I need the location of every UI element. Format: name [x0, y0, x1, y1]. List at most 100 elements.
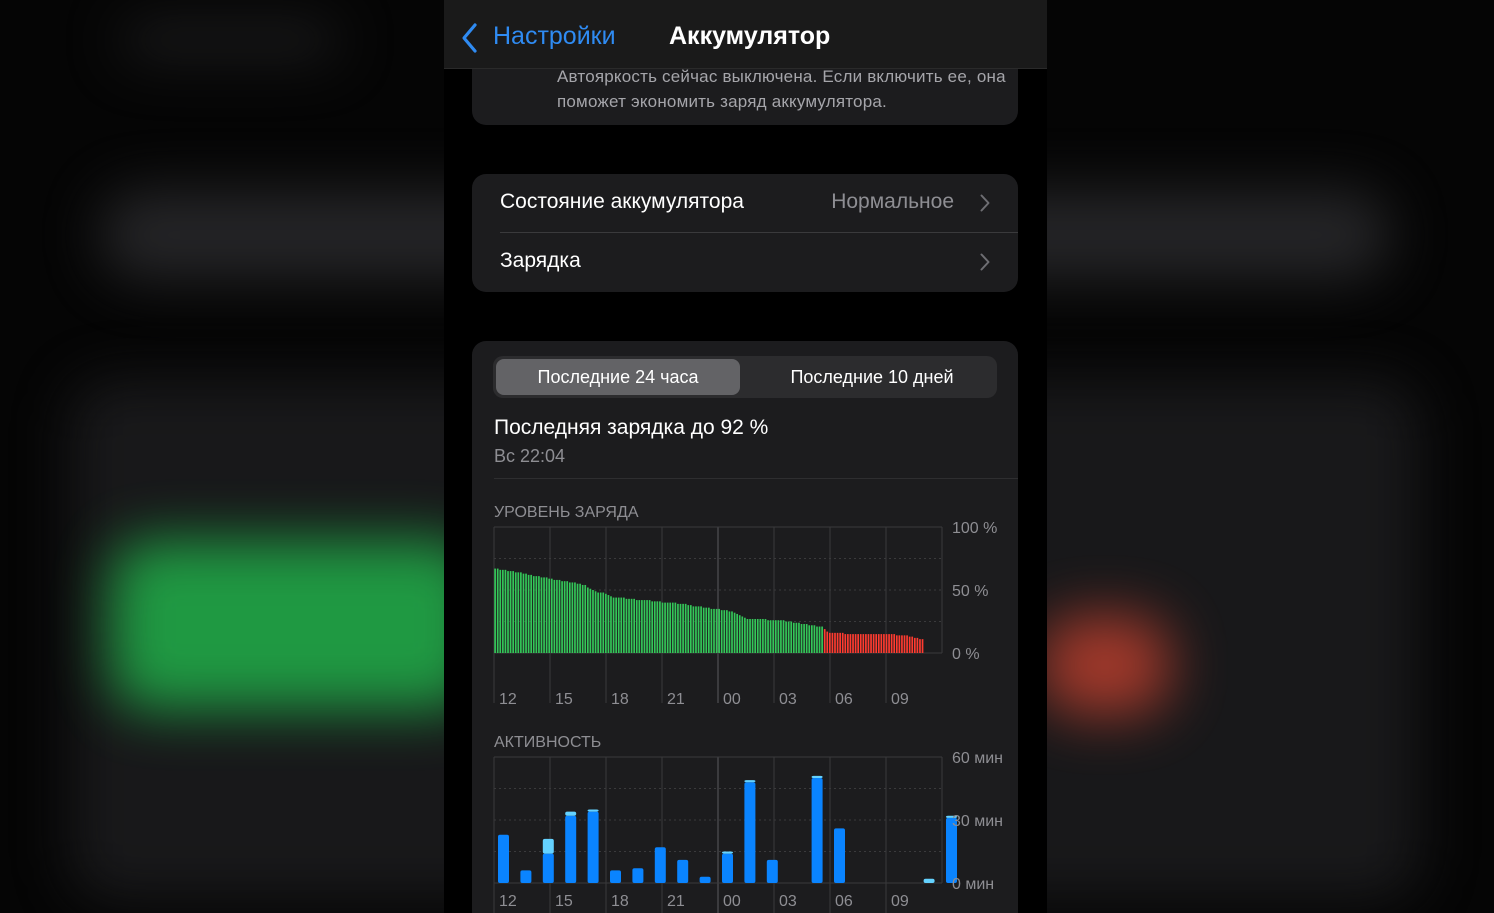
- battery-level-bar: [790, 621, 793, 653]
- x-tick-label: 15: [555, 893, 573, 910]
- battery-level-bar: [695, 606, 697, 653]
- battery-level-bar: [527, 574, 530, 653]
- battery-level-bar: [641, 600, 643, 653]
- activity-bars: [498, 775, 957, 883]
- battery-level-bar: [780, 620, 782, 653]
- battery-level-bar: [831, 632, 834, 653]
- battery-level-bar: [710, 608, 713, 653]
- battery-level-bar: [839, 632, 841, 653]
- battery-level-bar: [538, 576, 540, 653]
- charging-row[interactable]: Зарядка: [472, 233, 1018, 291]
- activity-bar-screen-on: [811, 778, 823, 883]
- battery-level-bar: [605, 593, 607, 653]
- battery-level-bar: [507, 571, 509, 653]
- battery-health-label: Состояние аккумулятора: [500, 190, 744, 213]
- battery-level-bar: [862, 634, 865, 653]
- battery-level-bar: [723, 610, 726, 653]
- battery-level-bar: [602, 592, 605, 653]
- battery-level-bar: [702, 607, 705, 653]
- battery-level-bar: [689, 605, 692, 653]
- battery-level-bar: [653, 601, 656, 653]
- battery-level-bar: [550, 578, 553, 653]
- battery-level-bar: [847, 634, 849, 653]
- battery-level-bar: [651, 601, 654, 653]
- x-tick-label: 03: [779, 893, 797, 910]
- battery-level-bar: [859, 634, 862, 653]
- back-button[interactable]: Настройки: [493, 22, 616, 51]
- battery-level-bar: [880, 634, 883, 653]
- battery-level-bar: [865, 634, 867, 653]
- battery-level-bar: [813, 625, 816, 653]
- battery-level-bar: [736, 613, 738, 653]
- battery-usage-card: Последние 24 часа Последние 10 дней Посл…: [472, 341, 1018, 913]
- x-tick-label: 15: [555, 691, 573, 708]
- battery-level-bar: [898, 635, 901, 653]
- battery-level-grid: [493, 526, 943, 703]
- bg-blur-shape: [110, 540, 480, 710]
- battery-level-bar: [584, 584, 587, 653]
- battery-level-bar: [535, 576, 538, 653]
- bg-blur-shape: [1040, 615, 1170, 715]
- battery-level-bar: [913, 637, 916, 653]
- x-tick-label: 00: [723, 691, 741, 708]
- battery-level-bar: [816, 626, 818, 653]
- battery-level-bar: [800, 624, 803, 653]
- battery-level-bar: [625, 598, 628, 653]
- battery-level-bar: [545, 577, 548, 653]
- battery-level-bar: [805, 624, 808, 653]
- battery-level-bar: [738, 615, 741, 653]
- battery-level-bar: [687, 605, 690, 653]
- battery-level-bar: [872, 634, 875, 653]
- battery-level-bar: [875, 634, 878, 653]
- activity-bar-screen-off: [542, 838, 554, 854]
- battery-level-bar: [576, 583, 579, 653]
- battery-level-bar: [810, 625, 813, 653]
- x-tick-label: 09: [891, 691, 909, 708]
- x-tick-label: 09: [891, 893, 909, 910]
- page-title: Аккумулятор: [669, 22, 831, 50]
- battery-level-bar: [792, 622, 795, 653]
- battery-level-bar: [803, 624, 805, 653]
- activity-bar-screen-off: [744, 780, 756, 783]
- battery-health-row[interactable]: Состояние аккумулятора Нормальное: [472, 174, 1018, 233]
- battery-level-bar: [782, 620, 785, 653]
- battery-level-bar: [841, 632, 844, 653]
- battery-level-bar: [756, 618, 759, 653]
- battery-level-bar: [566, 581, 569, 653]
- battery-level-bar: [829, 632, 831, 653]
- battery-level-bar: [767, 620, 769, 653]
- chevron-left-icon[interactable]: [460, 22, 480, 54]
- activity-bar-screen-on: [654, 847, 666, 883]
- battery-level-bar: [720, 610, 723, 653]
- battery-level-bar: [718, 608, 720, 653]
- activity-bar-screen-on: [744, 782, 756, 883]
- battery-level-bar: [836, 632, 839, 653]
- battery-level-bar: [671, 602, 674, 653]
- battery-level-bar: [708, 607, 710, 653]
- battery-level-bar: [656, 601, 659, 653]
- battery-level-bar: [677, 603, 679, 653]
- battery-health-value: Нормальное: [831, 190, 954, 213]
- y-tick-label: 0 мин: [952, 876, 994, 893]
- battery-level-bar: [610, 596, 612, 653]
- battery-level-bar: [502, 569, 504, 653]
- activity-bar-screen-on: [520, 870, 532, 883]
- battery-level-bar: [597, 592, 599, 653]
- battery-level-bar: [540, 577, 543, 653]
- x-tick-label: 00: [723, 893, 741, 910]
- battery-level-bar: [674, 602, 677, 653]
- activity-bar-screen-on: [542, 853, 554, 883]
- battery-level-bar: [774, 620, 777, 653]
- battery-level-bar: [692, 606, 695, 653]
- battery-level-bar: [883, 634, 885, 653]
- battery-level-bar: [849, 634, 852, 653]
- battery-level-bar: [499, 569, 502, 653]
- battery-level-bar: [823, 629, 826, 653]
- x-tick-label: 12: [499, 691, 517, 708]
- battery-level-bar: [615, 597, 617, 653]
- activity-chart-title: АКТИВНОСТЬ: [494, 734, 601, 751]
- battery-level-bar: [635, 600, 638, 653]
- battery-level-bar: [700, 606, 702, 653]
- battery-level-bar: [826, 631, 829, 653]
- battery-level-bar: [659, 601, 661, 653]
